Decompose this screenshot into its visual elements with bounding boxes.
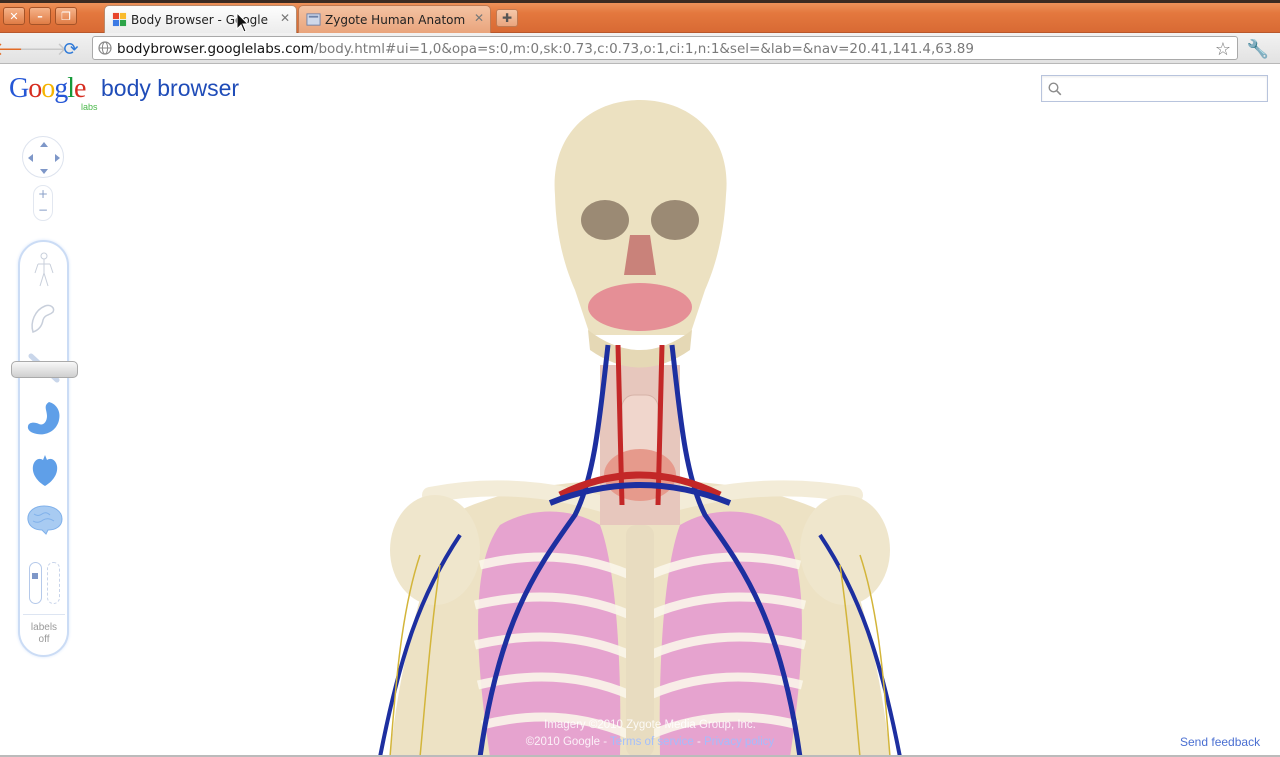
pan-arrows-icon <box>28 142 60 174</box>
tab-body-browser[interactable]: Body Browser - Google ... ✕ <box>104 5 297 33</box>
zoom-in-icon[interactable]: + <box>34 186 52 202</box>
logo-letter: o <box>28 73 42 104</box>
imagery-credits: Imagery ©2010 Zygote Media Group, Inc. ©… <box>500 717 800 751</box>
globe-icon <box>98 41 112 55</box>
labs-label: labs <box>81 102 98 112</box>
nervous-layer-icon[interactable] <box>24 502 66 538</box>
google-labs-logo[interactable]: Google labs <box>9 73 98 112</box>
url-host: bodybrowser.googlelabs.com <box>117 41 314 57</box>
close-window-icon[interactable]: ✕ <box>3 7 25 25</box>
forward-arrow-icon[interactable]: 🡒 <box>19 38 67 60</box>
url-text: bodybrowser.googlelabs.com/body.html#ui=… <box>117 41 974 57</box>
tab-title: Body Browser - Google ... <box>131 12 271 27</box>
copyright-text: ©2010 Google <box>525 736 601 748</box>
zoom-control[interactable]: + − <box>33 185 53 221</box>
bookmark-star-icon[interactable]: ☆ <box>1212 38 1234 60</box>
logo-letter: l <box>67 73 75 104</box>
terms-link[interactable]: Terms of service <box>610 736 694 748</box>
shoulder-right <box>800 495 890 605</box>
search-input[interactable] <box>1066 79 1262 99</box>
tab-close-icon[interactable]: ✕ <box>280 11 290 25</box>
shoulder-left <box>390 495 480 605</box>
reload-icon[interactable]: ⟳ <box>60 38 82 60</box>
labels-toggle-text: labels <box>30 622 58 633</box>
maximize-window-icon[interactable]: ❐ <box>55 7 77 25</box>
tab-close-icon[interactable]: ✕ <box>474 11 484 25</box>
search-field[interactable] <box>1041 75 1268 102</box>
mouse-cursor-icon <box>236 12 250 33</box>
browser-toolbar: 🡐 🡒 ⟳ bodybrowser.googlelabs.com/body.ht… <box>0 33 1280 64</box>
tab-zygote[interactable]: Zygote Human Anatom... ✕ <box>298 5 491 33</box>
transparency-toggle-right[interactable] <box>47 562 60 604</box>
pan-control[interactable] <box>22 136 64 178</box>
top-strip <box>0 0 1280 3</box>
mouth-tissue <box>588 283 692 331</box>
circulatory-layer-icon[interactable] <box>29 452 61 488</box>
transparency-toggle-left[interactable] <box>29 562 42 604</box>
panel-divider <box>23 614 65 615</box>
logo-letter: o <box>41 73 55 104</box>
page-content: Google labs body browser + − labels off … <box>0 65 1280 757</box>
send-feedback-link[interactable]: Send feedback <box>1180 735 1260 749</box>
eye-socket-right <box>651 200 699 240</box>
copyright-line: ©2010 Google - Terms of service - Privac… <box>525 736 775 748</box>
zoom-out-icon[interactable]: − <box>34 202 52 218</box>
labels-state-text: off <box>38 634 50 645</box>
privacy-link[interactable]: Privacy policy <box>704 736 774 748</box>
eye-socket-left <box>581 200 629 240</box>
logo-letter: e <box>74 73 86 104</box>
search-icon <box>1048 82 1062 96</box>
window-titlebar: ✕ – ❐ Body Browser - Google ... ✕ Zygote… <box>0 0 1280 33</box>
minimize-window-icon[interactable]: – <box>29 7 51 25</box>
url-path: /body.html#ui=1,0&opa=s:0,m:0,sk:0.73,c:… <box>313 41 974 57</box>
layer-slider-panel[interactable] <box>18 240 69 657</box>
muscle-layer-icon[interactable] <box>27 300 59 336</box>
address-bar[interactable]: bodybrowser.googlelabs.com/body.html#ui=… <box>92 36 1238 60</box>
organs-layer-icon[interactable] <box>25 400 65 438</box>
product-title: body browser <box>101 75 240 101</box>
logo-letter: G <box>9 73 29 104</box>
skin-layer-icon[interactable] <box>33 252 55 288</box>
google-labs-favicon-icon <box>112 12 127 27</box>
logo-letter: g <box>54 73 68 104</box>
anatomy-3d-viewport[interactable] <box>360 95 920 757</box>
new-tab-icon[interactable]: ✚ <box>496 9 518 27</box>
tab-title: Zygote Human Anatom... <box>325 12 465 27</box>
labels-toggle[interactable]: labels off <box>26 622 62 646</box>
page-favicon-icon <box>306 13 321 26</box>
layer-slider-thumb[interactable] <box>11 361 78 378</box>
imagery-credit-text: Imagery ©2010 Zygote Media Group, Inc. <box>544 719 756 731</box>
wrench-menu-icon[interactable]: 🔧 <box>1247 38 1269 60</box>
